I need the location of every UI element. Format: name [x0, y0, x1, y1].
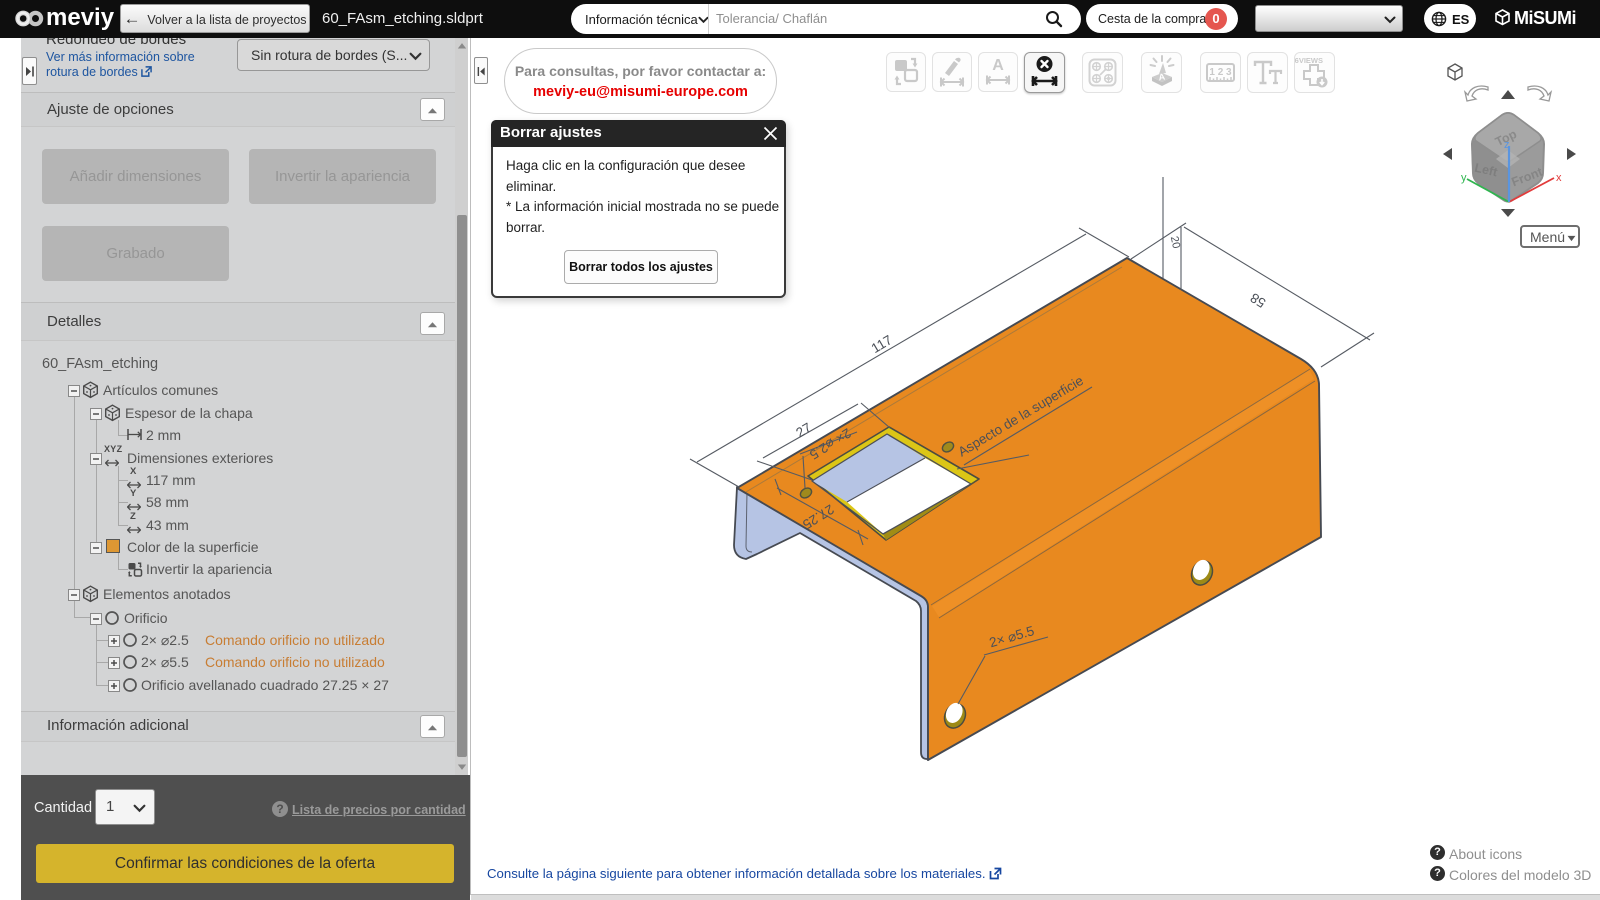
svg-text:27: 27 — [793, 420, 814, 441]
svg-text:58: 58 — [1248, 290, 1269, 311]
svg-text:117: 117 — [869, 332, 895, 356]
svg-text:20: 20 — [1168, 235, 1182, 249]
svg-text:y: y — [1461, 172, 1467, 184]
svg-text:z: z — [1504, 139, 1510, 151]
svg-text:x: x — [1556, 172, 1562, 184]
